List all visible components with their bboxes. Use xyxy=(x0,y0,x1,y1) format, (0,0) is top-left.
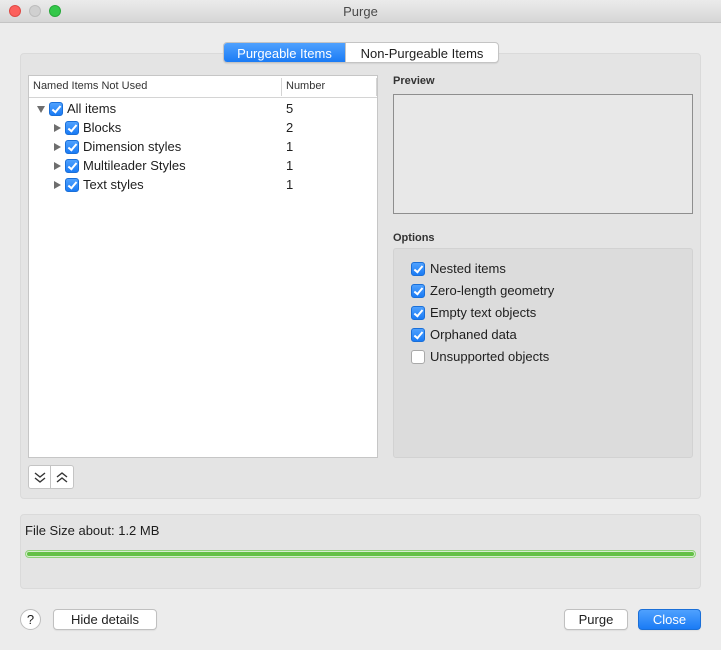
tab-purgeable-items[interactable]: Purgeable Items xyxy=(224,43,345,62)
tree-row-text-styles[interactable]: Text styles 1 xyxy=(29,176,377,195)
expand-all-button[interactable] xyxy=(28,465,51,489)
disclosure-triangle-collapsed-icon[interactable] xyxy=(54,162,61,170)
help-button[interactable]: ? xyxy=(20,609,41,630)
preview-label: Preview xyxy=(393,75,435,87)
option-label: Unsupported objects xyxy=(430,349,550,364)
option-label: Zero-length geometry xyxy=(430,283,555,298)
column-header-number[interactable]: Number xyxy=(286,80,325,92)
option-label: Empty text objects xyxy=(430,305,537,320)
tree-row-multileader-styles[interactable]: Multileader Styles 1 xyxy=(29,157,377,176)
column-divider xyxy=(281,78,282,96)
dimension-styles-checkbox[interactable] xyxy=(65,140,79,154)
purge-button[interactable]: Purge xyxy=(564,609,628,630)
tree-row-count: 2 xyxy=(286,120,294,135)
text-styles-checkbox[interactable] xyxy=(65,178,79,192)
preview-area xyxy=(393,94,693,214)
tree-row-label: Dimension styles xyxy=(83,139,182,154)
window-title: Purge xyxy=(343,4,378,19)
progress-fill xyxy=(27,552,694,556)
options-panel: Nested items Zero-length geometry Empty … xyxy=(393,248,693,458)
tab-non-purgeable-items[interactable]: Non-Purgeable Items xyxy=(345,43,498,62)
disclosure-triangle-expanded-icon[interactable] xyxy=(37,106,45,113)
file-size-label: File Size about: 1.2 MB xyxy=(25,523,160,538)
unsupported-objects-checkbox[interactable] xyxy=(411,350,425,364)
disclosure-triangle-collapsed-icon[interactable] xyxy=(54,124,61,132)
tree-row-count: 1 xyxy=(286,139,294,154)
tree-row-count: 1 xyxy=(286,158,294,173)
nested-items-checkbox[interactable] xyxy=(411,262,425,276)
items-tree[interactable]: Named Items Not Used Number All items 5 … xyxy=(28,75,378,458)
orphaned-data-checkbox[interactable] xyxy=(411,328,425,342)
option-label: Nested items xyxy=(430,261,506,276)
all-items-checkbox[interactable] xyxy=(49,102,63,116)
option-label: Orphaned data xyxy=(430,327,517,342)
tree-row-dimension-styles[interactable]: Dimension styles 1 xyxy=(29,138,377,157)
collapse-all-button[interactable] xyxy=(51,465,74,489)
empty-text-objects-checkbox[interactable] xyxy=(411,306,425,320)
hide-details-button[interactable]: Hide details xyxy=(53,609,157,630)
title-bar: Purge xyxy=(0,0,721,23)
column-header-named-items[interactable]: Named Items Not Used xyxy=(33,80,147,92)
options-label: Options xyxy=(393,232,435,244)
column-divider xyxy=(376,78,377,96)
blocks-checkbox[interactable] xyxy=(65,121,79,135)
double-chevron-up-icon xyxy=(56,472,68,483)
tree-row-count: 1 xyxy=(286,177,294,192)
purge-dialog: Purge Purgeable Items Non-Purgeable Item… xyxy=(0,0,721,650)
purge-tab-control: Purgeable Items Non-Purgeable Items xyxy=(223,42,499,63)
file-size-progress-bar xyxy=(25,550,696,558)
zero-length-geometry-checkbox[interactable] xyxy=(411,284,425,298)
tree-row-label: All items xyxy=(67,101,117,116)
tree-header: Named Items Not Used Number xyxy=(29,76,377,98)
multileader-styles-checkbox[interactable] xyxy=(65,159,79,173)
tree-row-label: Text styles xyxy=(83,177,144,192)
double-chevron-down-icon xyxy=(34,472,46,483)
tree-row-count: 5 xyxy=(286,101,294,116)
tree-row-all-items[interactable]: All items 5 xyxy=(29,100,377,119)
close-button[interactable]: Close xyxy=(638,609,701,630)
disclosure-triangle-collapsed-icon[interactable] xyxy=(54,181,61,189)
disclosure-triangle-collapsed-icon[interactable] xyxy=(54,143,61,151)
tree-row-label: Multileader Styles xyxy=(83,158,186,173)
tree-row-label: Blocks xyxy=(83,120,122,135)
tree-row-blocks[interactable]: Blocks 2 xyxy=(29,119,377,138)
